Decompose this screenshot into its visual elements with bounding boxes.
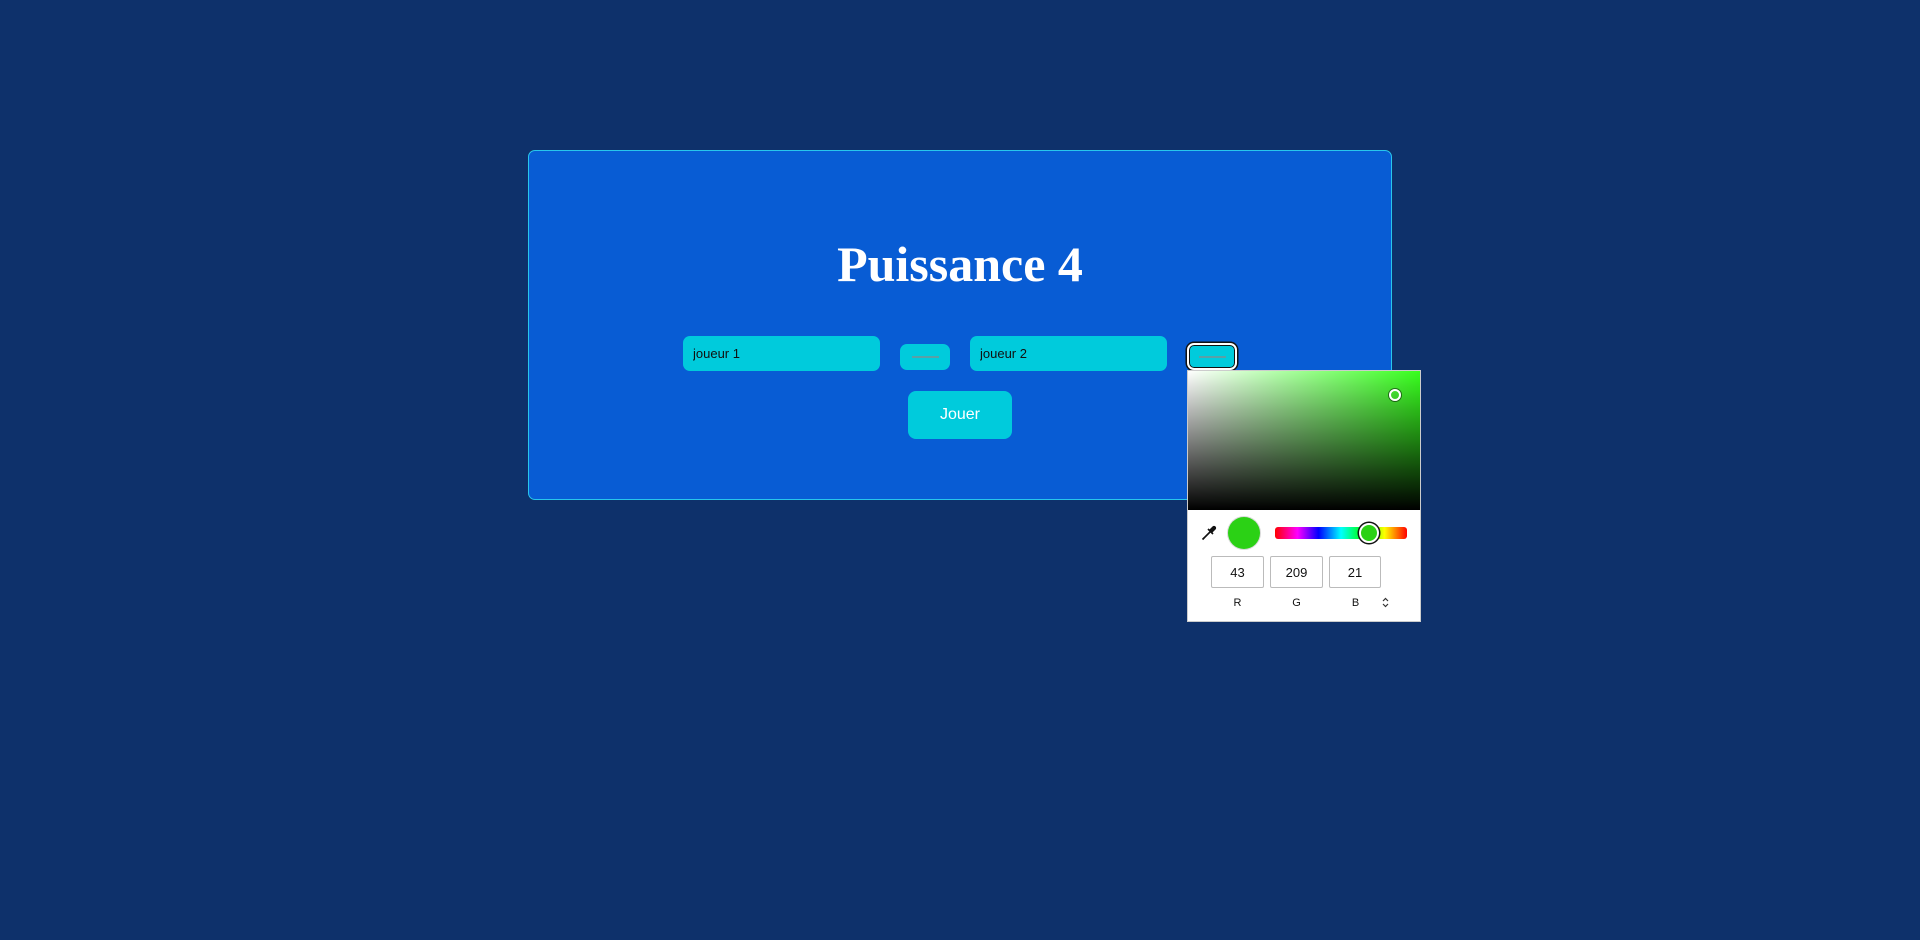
- color-preview-swatch: [1228, 517, 1260, 549]
- up-down-chevron-icon[interactable]: [1382, 597, 1389, 611]
- chevron-graphic: [1382, 597, 1389, 608]
- color-swatch: [911, 356, 939, 358]
- blue-value-input[interactable]: [1329, 556, 1381, 588]
- blue-label: B: [1351, 597, 1360, 609]
- red-label: R: [1233, 597, 1242, 609]
- eyedropper-icon-graphic: [1201, 525, 1217, 541]
- red-value-input[interactable]: [1211, 556, 1264, 588]
- color-picker-popup: R G B: [1187, 370, 1421, 622]
- green-label: G: [1292, 597, 1301, 609]
- page-title: Puissance 4: [837, 236, 1083, 292]
- color-swatch: [1198, 355, 1226, 358]
- eyedropper-icon[interactable]: [1200, 524, 1218, 542]
- saturation-brightness-area[interactable]: [1188, 371, 1420, 510]
- player2-name-input[interactable]: [970, 336, 1167, 371]
- hue-slider[interactable]: [1275, 523, 1407, 543]
- player2-color-button[interactable]: [1187, 343, 1237, 370]
- green-value-input[interactable]: [1270, 556, 1323, 588]
- hue-slider-handle[interactable]: [1359, 523, 1379, 543]
- saturation-handle[interactable]: [1389, 389, 1401, 401]
- player1-name-input[interactable]: [683, 336, 880, 371]
- play-button[interactable]: Jouer: [908, 391, 1012, 439]
- player1-color-button[interactable]: [900, 344, 950, 370]
